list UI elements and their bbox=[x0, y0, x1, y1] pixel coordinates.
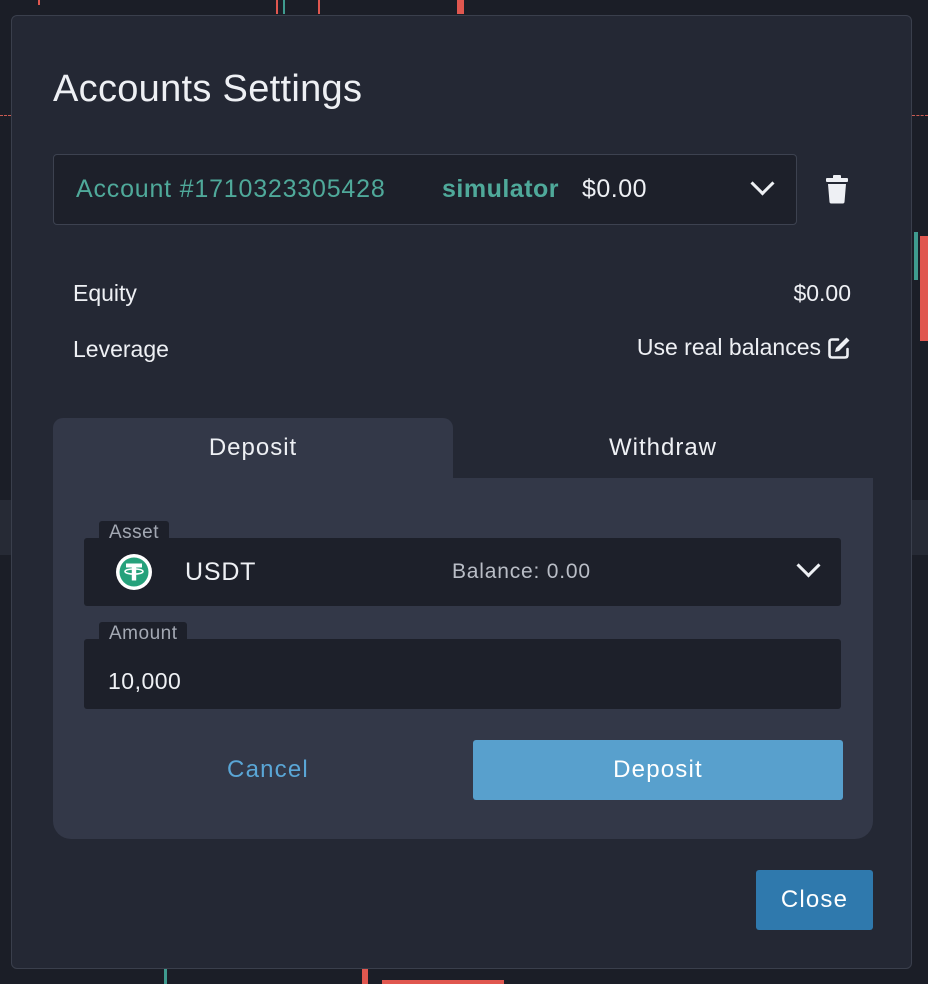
account-select[interactable]: Account #1710323305428 simulator $0.00 bbox=[53, 154, 797, 225]
background-candle bbox=[164, 969, 167, 984]
background-price-line bbox=[0, 115, 11, 117]
background-candle bbox=[362, 969, 368, 984]
background-candle bbox=[318, 0, 320, 14]
modal-title: Accounts Settings bbox=[53, 68, 363, 110]
use-real-balances-label: Use real balances bbox=[636, 334, 821, 360]
account-type: simulator bbox=[442, 175, 560, 203]
account-name: Account #1710323305428 bbox=[76, 175, 386, 203]
trash-icon[interactable] bbox=[824, 174, 850, 204]
background-price-line bbox=[912, 115, 928, 117]
amount-label: Amount bbox=[99, 622, 188, 646]
asset-select[interactable]: Asset USDT Balance: 0.00 bbox=[84, 521, 841, 606]
deposit-form: Asset USDT Balance: 0.00 Amount Cancel D… bbox=[53, 478, 873, 839]
asset-name: USDT bbox=[185, 558, 257, 586]
tab-deposit[interactable]: Deposit bbox=[53, 418, 453, 478]
background-candle bbox=[38, 0, 40, 5]
usdt-icon bbox=[116, 554, 152, 590]
use-real-balances-link[interactable]: Use real balances bbox=[637, 334, 851, 361]
equity-value: $0.00 bbox=[793, 280, 851, 306]
tab-withdraw[interactable]: Withdraw bbox=[453, 418, 873, 478]
background-candle bbox=[283, 0, 285, 14]
close-button[interactable]: Close bbox=[756, 870, 873, 930]
chevron-down-icon bbox=[796, 553, 821, 578]
asset-balance: Balance: 0.00 bbox=[452, 560, 591, 583]
cancel-button[interactable]: Cancel bbox=[113, 740, 423, 800]
amount-input[interactable] bbox=[84, 639, 841, 709]
chevron-down-icon bbox=[750, 171, 775, 196]
background-candle bbox=[382, 980, 504, 984]
account-balance: $0.00 bbox=[582, 175, 648, 203]
amount-field: Amount bbox=[84, 622, 841, 709]
background-candle bbox=[914, 232, 918, 280]
background-candle bbox=[457, 0, 464, 14]
leverage-label: Leverage bbox=[73, 336, 169, 362]
background-candle bbox=[276, 0, 278, 14]
deposit-withdraw-panel: Deposit Withdraw Asset USDT Balance: 0.0… bbox=[53, 418, 873, 839]
asset-label: Asset bbox=[99, 521, 170, 545]
background-candle bbox=[920, 236, 928, 341]
accounts-settings-modal: Accounts Settings Account #1710323305428… bbox=[11, 15, 912, 969]
edit-icon bbox=[828, 337, 850, 359]
deposit-button[interactable]: Deposit bbox=[473, 740, 843, 800]
equity-label: Equity bbox=[73, 280, 137, 306]
